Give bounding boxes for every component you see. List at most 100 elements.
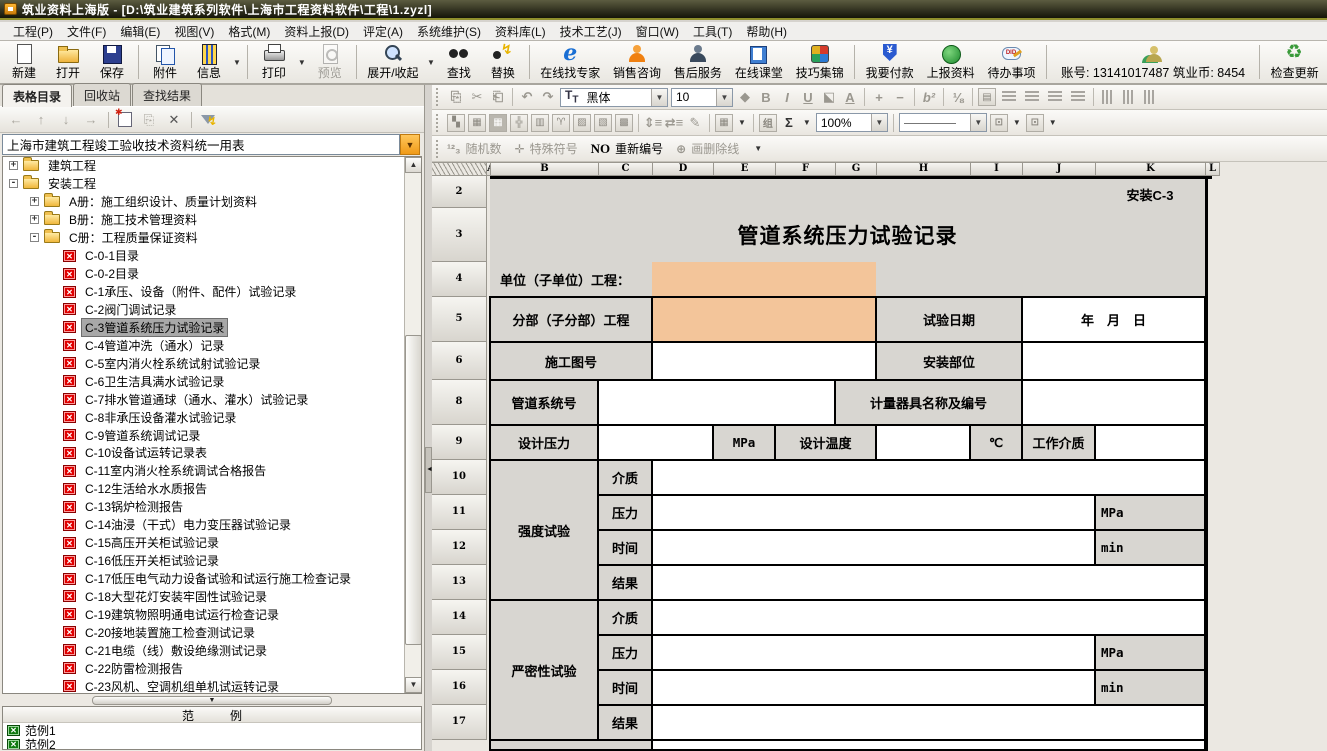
tree-item[interactable]: C-19建筑物照明通电试运行检查记录 [3, 605, 403, 623]
print-dropdown-icon[interactable]: ▼ [298, 58, 306, 67]
row-header[interactable]: 3 [432, 208, 487, 262]
example-item[interactable]: 范例1 [3, 723, 421, 737]
menu-item[interactable]: 工具(T) [686, 21, 739, 42]
table-op-icon-8[interactable]: ▧ [594, 114, 612, 132]
design-pressure-input-cell[interactable] [598, 425, 713, 460]
align-left-icon[interactable] [1002, 91, 1016, 103]
menu-item[interactable]: 文件(F) [60, 21, 113, 42]
copy-entry-icon[interactable]: ⎘ [141, 112, 157, 128]
strength-result-input-cell[interactable] [652, 565, 1205, 600]
strength-result-label-cell[interactable]: 结果 [598, 565, 652, 600]
strength-pressure-unit-cell[interactable]: MPa [1095, 495, 1205, 530]
row-header[interactable]: 11 [432, 495, 487, 530]
save-button[interactable]: 保存 [90, 42, 134, 82]
nav-down-icon[interactable]: ↓ [58, 112, 74, 127]
print-button[interactable]: 打印 [252, 42, 296, 82]
column-header[interactable]: D [653, 162, 714, 176]
catalog-select-value[interactable]: 上海市建筑工程竣工验收技术资料统一用表 [2, 134, 400, 155]
online-expert-button[interactable]: 在线找专家 [534, 42, 607, 82]
align-box-icon[interactable]: ▤ [978, 88, 996, 106]
strength-time-unit-cell[interactable]: min [1095, 530, 1205, 565]
format-eraser-icon[interactable]: ◆ [736, 88, 754, 106]
working-medium-label-cell[interactable]: 工作介质 [1022, 425, 1095, 460]
cut-icon[interactable]: ✂ [468, 88, 486, 106]
menu-item[interactable]: 资料库(L) [488, 21, 553, 42]
tightness-medium-label-cell[interactable]: 介质 [598, 600, 652, 635]
tree-item[interactable]: C-23风机、空调机组单机试运转记录 [3, 677, 403, 693]
splitter-collapse-icon[interactable]: ◄ [425, 447, 432, 493]
todo-button[interactable]: 待办事项 [981, 42, 1042, 82]
tab-search-results[interactable]: 查找结果 [132, 83, 202, 106]
decrease-size-icon[interactable]: − [891, 88, 909, 106]
expand-toggle-icon[interactable] [9, 179, 18, 188]
grid-corner-cell[interactable] [432, 162, 487, 176]
strikeline-dropdown-icon[interactable]: ▼ [754, 144, 762, 153]
after-sales-button[interactable]: 售后服务 [667, 42, 728, 82]
font-dropdown-icon[interactable]: ▼ [651, 89, 667, 106]
row-header[interactable]: 6 [432, 342, 487, 380]
tree-item[interactable]: 安装工程 [3, 175, 403, 193]
working-medium-input-cell[interactable] [1095, 425, 1205, 460]
expand-toggle-icon[interactable] [9, 161, 18, 170]
align-center-icon[interactable] [1025, 91, 1039, 103]
tree-scrollbar[interactable]: ▲ ▼ [404, 157, 421, 693]
row-header[interactable]: 17 [432, 705, 487, 740]
panel-splitter[interactable]: ▼ [0, 694, 424, 706]
table-op-icon-6[interactable]: ♈ [552, 114, 570, 132]
upload-report-button[interactable]: 上报资料 [920, 42, 981, 82]
frame-icon[interactable]: 组 [759, 114, 777, 132]
special-symbol-button[interactable]: 特殊符号 [530, 140, 578, 157]
border-icon-2[interactable]: ⊡ [1026, 114, 1044, 132]
table-op-icon-1[interactable]: ▚ [447, 114, 465, 132]
column-header[interactable]: B [491, 162, 599, 176]
picture-icon[interactable]: ▦ [715, 114, 733, 132]
fill-color-icon[interactable]: ⬕ [820, 88, 838, 106]
border-dropdown-icon-2[interactable]: ▼ [1049, 118, 1057, 127]
tree-item[interactable]: C-2阀门调试记录 [3, 301, 403, 319]
strength-test-group-cell[interactable]: 强度试验 [490, 460, 598, 600]
tightness-result-label-cell[interactable]: 结果 [598, 705, 652, 740]
tree-item[interactable]: C-0-1目录 [3, 247, 403, 265]
menu-item[interactable]: 帮助(H) [739, 21, 794, 42]
zoom-select[interactable]: 100% ▼ [816, 113, 888, 132]
line-style-dropdown-icon[interactable]: ▼ [970, 114, 986, 131]
font-size-select[interactable]: 10 ▼ [671, 88, 733, 107]
tree-item[interactable]: A册：施工组织设计、质量计划资料 [3, 193, 403, 211]
tree-item[interactable]: C-12生活给水水质报告 [3, 480, 403, 498]
tree-item[interactable]: C-18大型花灯安装牢固性试验记录 [3, 588, 403, 606]
redo-icon[interactable]: ↷ [539, 88, 557, 106]
border-icon-1[interactable]: ⊡ [990, 114, 1008, 132]
strength-time-label-cell[interactable]: 时间 [598, 530, 652, 565]
tree-item[interactable]: C-0-2目录 [3, 265, 403, 283]
draw-pen-icon[interactable]: ✎ [686, 114, 704, 132]
tightness-test-group-cell[interactable]: 严密性试验 [490, 600, 598, 740]
form-title-cell[interactable]: 管道系统压力试验记录 [490, 208, 1205, 262]
menu-item[interactable]: 评定(A) [356, 21, 410, 42]
online-class-button[interactable]: 在线课堂 [728, 42, 789, 82]
check-update-button[interactable]: 检查更新 [1264, 42, 1325, 82]
font-select[interactable]: TT 黑体 ▼ [560, 88, 668, 107]
expand-toggle-icon[interactable] [30, 197, 39, 206]
find-button[interactable]: 查找 [437, 42, 481, 82]
row-header[interactable]: 12 [432, 530, 487, 565]
scroll-up-icon[interactable]: ▲ [405, 157, 422, 173]
increase-size-icon[interactable]: + [870, 88, 888, 106]
attachment-button[interactable]: 附件 [143, 42, 187, 82]
instrument-input-cell[interactable] [1022, 380, 1205, 425]
column-header[interactable]: E [714, 162, 776, 176]
tree-item[interactable]: C-22防雷检测报告 [3, 659, 403, 677]
menu-item[interactable]: 编辑(E) [113, 21, 167, 42]
drawing-no-label-cell[interactable]: 施工图号 [490, 342, 652, 380]
table-op-icon-4[interactable]: ╬ [510, 114, 528, 132]
font-color-icon[interactable]: A [841, 88, 859, 106]
table-op-icon-7[interactable]: ▨ [573, 114, 591, 132]
instrument-label-cell[interactable]: 计量器具名称及编号 [835, 380, 1022, 425]
tree-item[interactable]: C-4管道冲洗（通水）记录 [3, 336, 403, 354]
tree-item[interactable]: C-5室内消火栓系统试射试验记录 [3, 354, 403, 372]
next-row-label-cell[interactable] [490, 740, 652, 751]
expand-toggle-icon[interactable] [30, 215, 39, 224]
menu-item[interactable]: 资料上报(D) [277, 21, 356, 42]
zoom-dropdown-icon[interactable]: ▼ [871, 114, 887, 131]
next-row-input-cell[interactable] [652, 740, 1205, 751]
renumber-button[interactable]: 重新编号 [615, 140, 663, 157]
